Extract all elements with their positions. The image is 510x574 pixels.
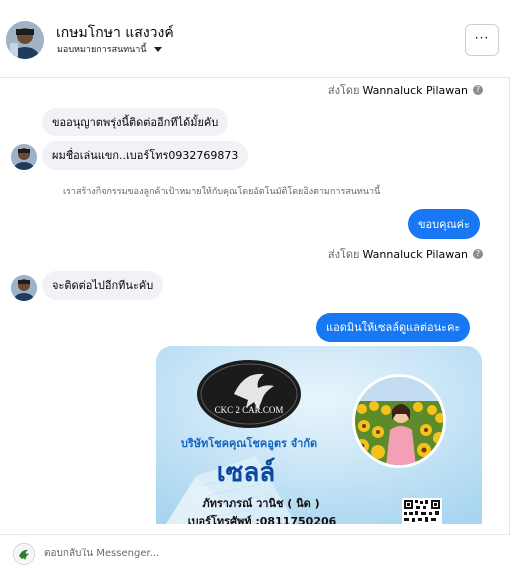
system-note: เราสร้างกิจกรรมของลูกค้าเป้าหมายให้กับคุ… [63,187,381,197]
sender-name: Wannaluck Pilawan [362,247,469,261]
sent-by-prefix: ส่งโดย [327,248,360,261]
qr-code [402,498,442,524]
reply-composer [0,534,510,574]
incoming-message[interactable]: จะติดต่อไปอีกทีนะคับ [42,271,164,300]
more-options-button[interactable]: ··· [465,24,499,56]
sent-by-prefix: ส่งโดย [327,84,360,97]
customer-avatar[interactable] [6,21,44,59]
business-card-image[interactable]: CKC 2 CAR.COM บริษัทโชคคุณโชคอูตร จำกัด … [156,346,482,524]
customer-avatar-small[interactable] [11,144,37,170]
help-icon[interactable]: ? [473,85,483,95]
sender-name: Wannaluck Pilawan [362,83,469,97]
chevron-down-icon [153,46,162,52]
card-role: เซลล์ [217,457,275,488]
incoming-message[interactable]: ผมชื่อเล่นแขก..เบอร์โทร0932769873 [42,141,249,170]
customer-avatar-small[interactable] [11,275,37,301]
incoming-message[interactable]: ขออนุญาตพรุ่งนี้ติดต่ออีกทีได้มั้ยคับ [42,108,229,136]
more-icon: ··· [474,31,490,45]
company-name: บริษัทโชคคุณโชคอูตร จำกัด [181,436,317,451]
assign-conversation-dropdown[interactable]: มอบหมายการสนทนานี้ [57,42,162,56]
card-person-name: ภัทราภรณ์ วานิช ( นิด ) [202,497,319,510]
outgoing-message[interactable]: ขอบคุณค่ะ [408,209,480,239]
page-avatar [13,543,35,565]
assign-label: มอบหมายการสนทนานี้ [57,45,147,55]
help-icon[interactable]: ? [473,249,483,259]
logo-text: CKC 2 CAR.COM [215,405,284,415]
conversation-header: เกษมโกษา แสงวงค์ มอบหมายการสนทนานี้ ··· [0,0,510,78]
card-phone: เบอร์โทรศัพท์ :0811750206 [188,514,337,524]
sent-by-label: ส่งโดย Wannaluck Pilawan ? [328,245,483,263]
customer-name: เกษมโกษา แสงวงค์ [56,25,174,41]
outgoing-message[interactable]: แอดมินให้เซลล์ดูแลต่อนะคะ [316,313,471,342]
reply-input[interactable] [44,548,344,559]
sent-by-label: ส่งโดย Wannaluck Pilawan ? [328,81,483,99]
